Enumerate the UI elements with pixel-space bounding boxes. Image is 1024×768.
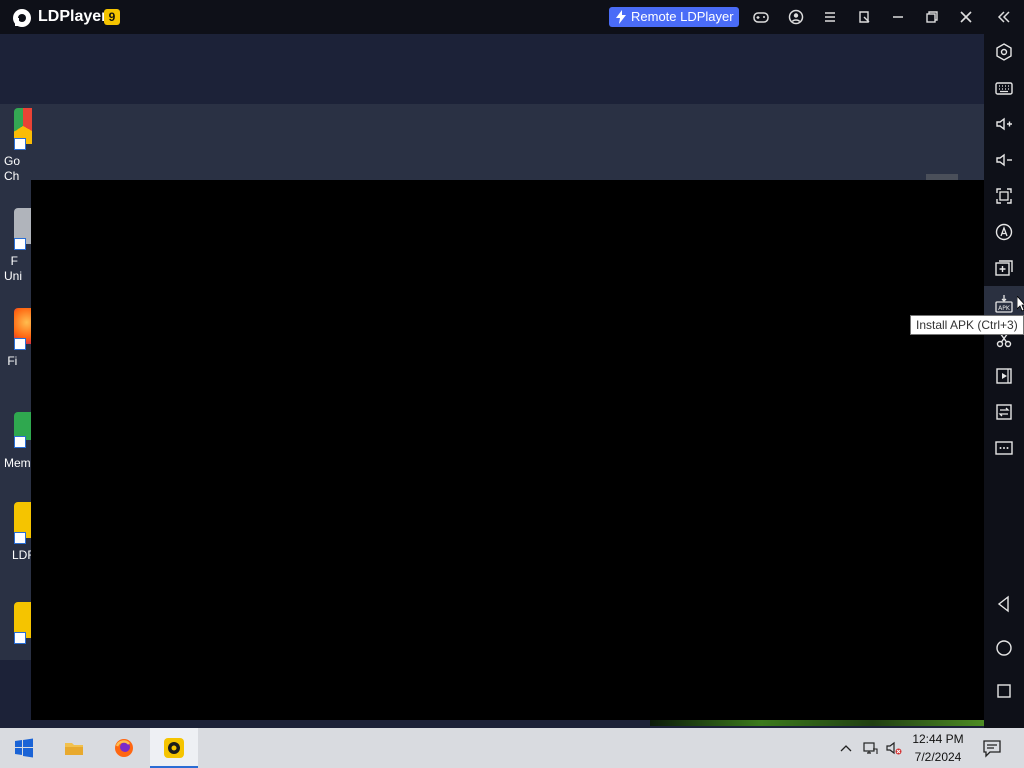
keyboard-icon[interactable]: [994, 78, 1014, 98]
shortcut-arrow-icon: [14, 338, 26, 350]
volume-muted-icon[interactable]: [886, 740, 902, 756]
desktop-icon-label: F Uni: [4, 254, 23, 283]
account-icon[interactable]: [786, 7, 806, 27]
bolt-icon: [616, 10, 626, 24]
install-apk-tooltip: Install APK (Ctrl+3): [910, 315, 1024, 335]
windows-taskbar: 12:44 PM 7/2/2024: [0, 728, 1024, 768]
desktop-background: Go Ch F Uni Fi Mem LDF: [0, 104, 984, 726]
shortcut-arrow-icon: [14, 238, 26, 250]
taskbar-ldplayer[interactable]: [150, 728, 198, 768]
settings-icon[interactable]: [994, 42, 1014, 62]
desktop-icon-ldplayer-2[interactable]: [0, 600, 32, 680]
desktop-icon-ldplayer[interactable]: LDF: [0, 500, 35, 580]
shortcut-arrow-icon: [14, 436, 26, 448]
gamepad-icon[interactable]: [751, 7, 771, 27]
popout-icon[interactable]: [854, 7, 874, 27]
firefox-icon: [115, 739, 133, 757]
chevron-up-icon[interactable]: [838, 740, 854, 756]
volume-up-icon[interactable]: [994, 114, 1014, 134]
version-badge: 9: [104, 9, 120, 25]
remote-ldplayer-button[interactable]: Remote LDPlayer: [609, 7, 739, 27]
menu-icon[interactable]: [820, 7, 840, 27]
mouse-cursor-icon: [1017, 296, 1024, 312]
desktop-icon-label: Go Ch: [4, 154, 21, 183]
right-toolbar: APK: [984, 34, 1024, 728]
notification-center-icon[interactable]: [982, 738, 1002, 758]
add-window-icon[interactable]: [994, 258, 1014, 278]
recents-icon[interactable]: [994, 681, 1014, 701]
more-icon[interactable]: [994, 438, 1014, 458]
folder-icon: [65, 743, 83, 755]
shortcut-arrow-icon: [14, 632, 26, 644]
record-video-icon[interactable]: [994, 366, 1014, 386]
desktop-icon-chrome[interactable]: Go Ch: [0, 106, 32, 186]
windows-icon: [15, 738, 33, 758]
clock-time: 12:44 PM: [912, 732, 964, 746]
app-title: LDPlayer: [38, 8, 108, 25]
taskbar-file-explorer[interactable]: [50, 728, 98, 768]
svg-text:APK: APK: [998, 305, 1011, 312]
title-bar: LDPlayer 9 Remote LDPlayer: [0, 0, 1024, 34]
desktop-icon-memu[interactable]: Mem: [0, 404, 32, 484]
restore-icon[interactable]: [922, 7, 942, 27]
remote-label: Remote LDPlayer: [631, 9, 734, 24]
ldplayer-icon: [164, 738, 184, 758]
start-button[interactable]: [0, 728, 48, 768]
desktop-icon-label: Mem: [4, 456, 31, 470]
volume-down-icon[interactable]: [994, 150, 1014, 170]
auto-translate-icon[interactable]: [994, 222, 1014, 242]
black-app-window[interactable]: [31, 180, 984, 720]
wallpaper-strip: [650, 720, 984, 726]
window-titlebar-control[interactable]: [926, 174, 958, 180]
close-icon[interactable]: [956, 7, 976, 27]
sync-icon[interactable]: [994, 402, 1014, 422]
shortcut-arrow-icon: [14, 138, 26, 150]
minimize-icon[interactable]: [888, 7, 908, 27]
taskbar-firefox[interactable]: [100, 728, 148, 768]
desktop-icon-label: Fi: [4, 354, 18, 368]
clock-date: 7/2/2024: [914, 750, 962, 764]
system-clock[interactable]: 12:44 PM 7/2/2024: [906, 730, 970, 766]
shortcut-arrow-icon: [14, 532, 26, 544]
network-icon[interactable]: [862, 740, 878, 756]
desktop-icon-uninstall[interactable]: F Uni: [0, 206, 32, 286]
back-icon[interactable]: [994, 594, 1014, 614]
collapse-sidebar-icon[interactable]: [994, 7, 1014, 27]
ldplayer-logo: [13, 9, 31, 27]
home-icon[interactable]: [994, 638, 1014, 658]
desktop-icon-firefox[interactable]: Fi: [0, 306, 32, 386]
fullscreen-icon[interactable]: [994, 186, 1014, 206]
emulator-screen[interactable]: Go Ch F Uni Fi Mem LDF: [0, 34, 984, 728]
